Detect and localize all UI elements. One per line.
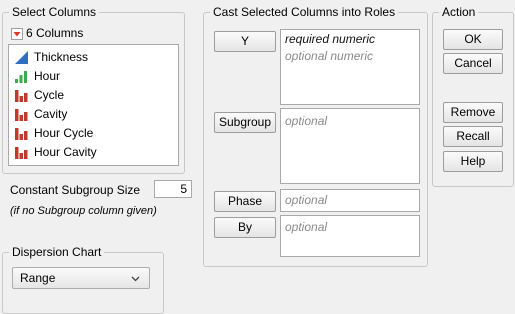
column-name: Thickness	[34, 50, 89, 64]
continuous-icon	[15, 51, 28, 64]
chevron-down-icon	[131, 276, 140, 282]
phase-role-button[interactable]: Phase	[214, 191, 276, 212]
remove-button[interactable]: Remove	[443, 102, 503, 123]
by-role-button[interactable]: By	[214, 217, 276, 238]
nominal-icon	[15, 109, 28, 121]
recall-button[interactable]: Recall	[443, 126, 503, 147]
nominal-icon	[15, 90, 28, 102]
y-role-button[interactable]: Y	[214, 31, 276, 52]
nominal-icon	[15, 147, 28, 159]
y-role-box[interactable]: required numeric optional numeric	[280, 29, 420, 105]
by-role-box[interactable]: optional	[280, 215, 420, 257]
action-title: Action	[439, 5, 479, 19]
subgroup-size-input[interactable]	[154, 180, 192, 198]
ordinal-icon	[15, 71, 27, 83]
column-name: Hour Cavity	[34, 145, 97, 159]
dispersion-selected-value: Range	[20, 271, 56, 285]
columns-list[interactable]: Thickness Hour Cycle Cavity Hour Cycle H…	[8, 44, 179, 166]
column-name: Hour Cycle	[34, 126, 94, 140]
select-columns-title: Select Columns	[9, 5, 100, 19]
roles-title: Cast Selected Columns into Roles	[210, 5, 399, 19]
cancel-button[interactable]: Cancel	[443, 53, 503, 74]
columns-count-label: 6 Columns	[26, 26, 84, 40]
phase-hint: optional	[285, 193, 328, 207]
by-hint: optional	[285, 220, 328, 234]
action-group: Action OK Cancel Remove Recall Help	[432, 5, 514, 187]
column-name: Cycle	[34, 88, 65, 102]
y-optional-hint: optional numeric	[285, 49, 374, 63]
y-required-hint: required numeric	[285, 32, 376, 46]
dispersion-select[interactable]: Range	[12, 267, 150, 289]
dispersion-chart-title: Dispersion Chart	[9, 245, 105, 259]
subgroup-role-box[interactable]: optional	[280, 108, 420, 184]
dropdown-triangle-icon[interactable]	[11, 27, 23, 40]
ok-button[interactable]: OK	[443, 29, 503, 50]
subgroup-size-note: (if no Subgroup column given)	[10, 205, 157, 217]
roles-group: Cast Selected Columns into Roles Y requi…	[203, 5, 428, 267]
column-name: Hour	[34, 69, 61, 83]
column-name: Cavity	[34, 107, 68, 121]
select-columns-group: Select Columns 6 Columns Thickness Hour …	[2, 5, 185, 174]
help-button[interactable]: Help	[443, 151, 503, 172]
columns-count-dropdown[interactable]: 6 Columns	[11, 25, 83, 41]
phase-role-box[interactable]: optional	[280, 189, 420, 212]
nominal-icon	[15, 128, 28, 140]
subgroup-hint: optional	[285, 114, 328, 128]
subgroup-size-label: Constant Subgroup Size	[10, 183, 141, 197]
subgroup-role-button[interactable]: Subgroup	[214, 112, 276, 133]
